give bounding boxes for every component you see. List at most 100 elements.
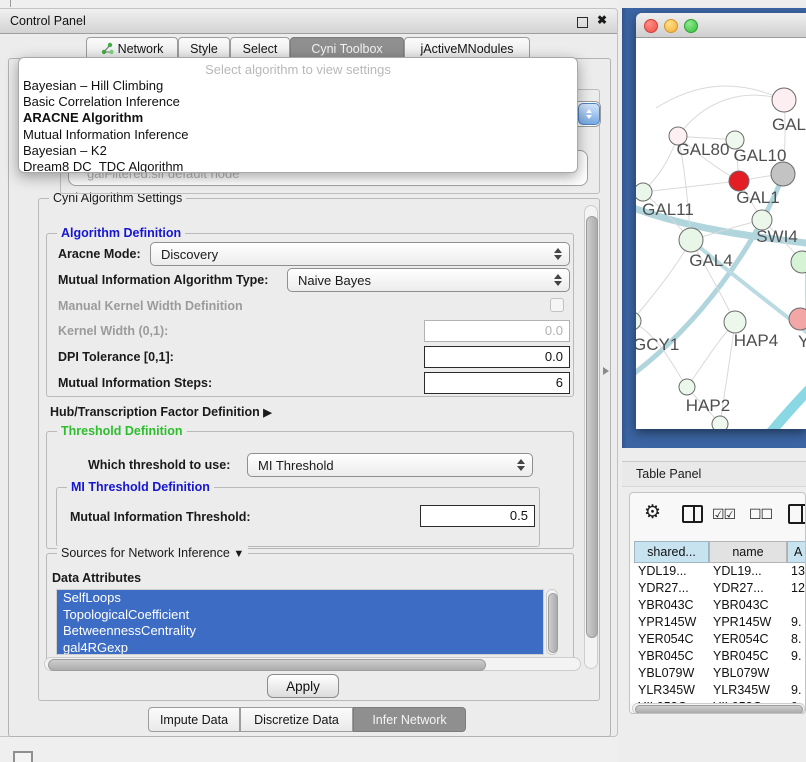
table-row[interactable]: YBL079WYBL079W [630,665,806,682]
tab-label: Cyni Toolbox [311,42,382,56]
algorithm-option[interactable]: Mutual Information Inference [23,127,573,143]
tab-label: Select [243,42,278,56]
algorithm-combobox-arrows[interactable] [578,103,600,125]
chevron-right-icon: ▶ [263,407,271,419]
table-row[interactable]: YBR043CYBR043C [630,597,806,614]
table-body: YDL19...YDL19...13YDR27...YDR27...12YBR0… [630,563,806,703]
table-row[interactable]: YPR145WYPR145W9. [630,614,806,631]
popup-placeholder: Select algorithm to view settings [19,62,577,77]
close-traffic-light-icon[interactable] [644,19,658,33]
dpi-tolerance-field[interactable]: 0.0 [424,346,570,368]
attribute-list-item[interactable]: SelfLoops [57,590,543,607]
network-node[interactable] [772,88,796,112]
table-icon[interactable] [788,504,806,524]
attribute-list-item[interactable]: BetweennessCentrality [57,623,543,640]
which-threshold-combobox[interactable]: MI Threshold [247,453,533,477]
mi-steps-label: Mutual Information Steps: [58,376,212,390]
table-row[interactable]: YER054CYER054C8. [630,631,806,648]
hub-definition-toggle[interactable]: Hub/Transcription Factor Definition ▶ [50,405,272,419]
table-cell: YDR27... [713,581,764,595]
aracne-mode-value: Discovery [161,247,218,262]
tab-impute-data[interactable]: Impute Data [148,707,240,732]
close-icon[interactable]: ✖ [597,13,607,27]
manual-kernel-checkbox[interactable] [550,298,564,312]
table-cell: YBR043C [713,598,769,612]
table-cell: YLR345W [638,683,695,697]
network-node[interactable] [724,311,746,333]
table-cell: YBR045C [638,649,694,663]
kernel-width-value: 0.0 [545,323,563,338]
deselect-all-checkboxes-icon[interactable]: ☐☐ [749,506,772,523]
zoom-traffic-light-icon[interactable] [684,19,698,33]
tab-label: Style [190,42,218,56]
minimize-traffic-light-icon[interactable] [664,19,678,33]
tab-infer-network[interactable]: Infer Network [353,707,466,732]
algorithm-popup-list: Bayesian – Hill ClimbingBasic Correlatio… [23,78,573,173]
table-cell: 9. [791,683,801,697]
attribute-list-item[interactable]: gal4RGexp [57,640,543,656]
attributes-scrollbar-vertical[interactable] [546,589,558,655]
kernel-width-field[interactable]: 0.0 [424,320,570,342]
algorithm-option[interactable]: Bayesian – Hill Climbing [23,78,573,94]
sources-toggle[interactable]: Sources for Network Inference ▼ [57,546,248,560]
settings-scrollbar-horizontal[interactable] [44,657,581,671]
tab-label: jActiveMNodules [420,42,513,56]
mi-steps-field[interactable]: 6 [424,372,570,394]
network-window-titlebar[interactable] [636,13,806,38]
group-title: Algorithm Definition [57,226,185,240]
network-node[interactable] [789,308,806,330]
tab-network[interactable]: Network [86,37,178,59]
apply-button[interactable]: Apply [267,674,339,698]
data-attributes-list[interactable]: SelfLoopsTopologicalCoefficientBetweenne… [56,589,544,655]
data-attributes-label: Data Attributes [52,571,141,585]
table-cell: YBR045C [713,649,769,663]
column-header-name[interactable]: name [709,541,787,563]
table-cell: YDR27... [638,581,689,595]
apply-button-label: Apply [286,679,320,694]
algorithm-option[interactable]: Dream8 DC_TDC Algorithm [23,159,573,173]
network-node[interactable] [636,312,641,330]
mi-type-combobox[interactable]: Naive Bayes [287,268,570,292]
table-panel: ⚙ ☑☑ ☐☐ shared... name A YDL19...YDL19..… [629,492,806,714]
mi-threshold-field[interactable]: 0.5 [420,505,535,527]
select-all-checkboxes-icon[interactable]: ☑☑ [712,506,735,523]
split-columns-icon[interactable] [682,505,703,523]
control-panel-titlebar[interactable]: Control Panel ✖ [0,9,617,34]
tab-cyni-toolbox[interactable]: Cyni Toolbox [290,37,404,59]
column-header-partial[interactable]: A [787,541,806,563]
network-graph[interactable]: GALGAL80GAL10GAL1GAL11GAL4SWI4GCY1HAP4YH… [636,38,806,429]
network-canvas[interactable]: GALGAL80GAL10GAL1GAL11GAL4SWI4GCY1HAP4YH… [636,38,806,429]
network-node[interactable] [771,162,795,186]
algorithm-dropdown-popup: Select algorithm to view settings Bayesi… [18,57,578,173]
table-row[interactable]: YDL19...YDL19...13 [630,563,806,580]
table-row[interactable]: YDR27...YDR27...12 [630,580,806,597]
algorithm-option[interactable]: Basic Correlation Inference [23,94,573,110]
network-node[interactable] [712,416,728,429]
float-window-icon[interactable] [577,17,588,28]
tab-select[interactable]: Select [230,37,290,59]
aracne-mode-combobox[interactable]: Discovery [150,242,570,266]
tab-jactivemnodules[interactable]: jActiveMNodules [404,37,530,59]
tab-style[interactable]: Style [178,37,230,59]
table-row[interactable]: YLR345WYLR345W9. [630,682,806,699]
network-node[interactable] [791,251,806,273]
table-cell: YBL079W [713,666,769,680]
algorithm-option[interactable]: ARACNE Algorithm [23,110,573,126]
dpi-tolerance-label: DPI Tolerance [0,1]: [58,350,174,364]
network-node-label: GAL [772,115,806,134]
attribute-list-item[interactable]: TopologicalCoefficient [57,607,543,624]
settings-scrollbar-vertical[interactable] [584,205,598,669]
gear-icon[interactable]: ⚙ [644,501,661,524]
network-node[interactable] [636,183,652,201]
mi-steps-value: 6 [556,375,563,390]
minimized-panel-icon[interactable] [13,751,33,762]
split-pane-grip[interactable] [603,367,609,375]
network-node[interactable] [679,228,703,252]
algorithm-option[interactable]: Bayesian – K2 [23,143,573,159]
table-scrollbar-horizontal[interactable] [632,703,805,714]
table-row[interactable]: YBR045CYBR045C9. [630,648,806,665]
column-header-shared[interactable]: shared... [634,541,709,563]
table-cell: 13 [791,564,805,578]
network-node[interactable] [679,379,695,395]
tab-discretize-data[interactable]: Discretize Data [240,707,353,732]
